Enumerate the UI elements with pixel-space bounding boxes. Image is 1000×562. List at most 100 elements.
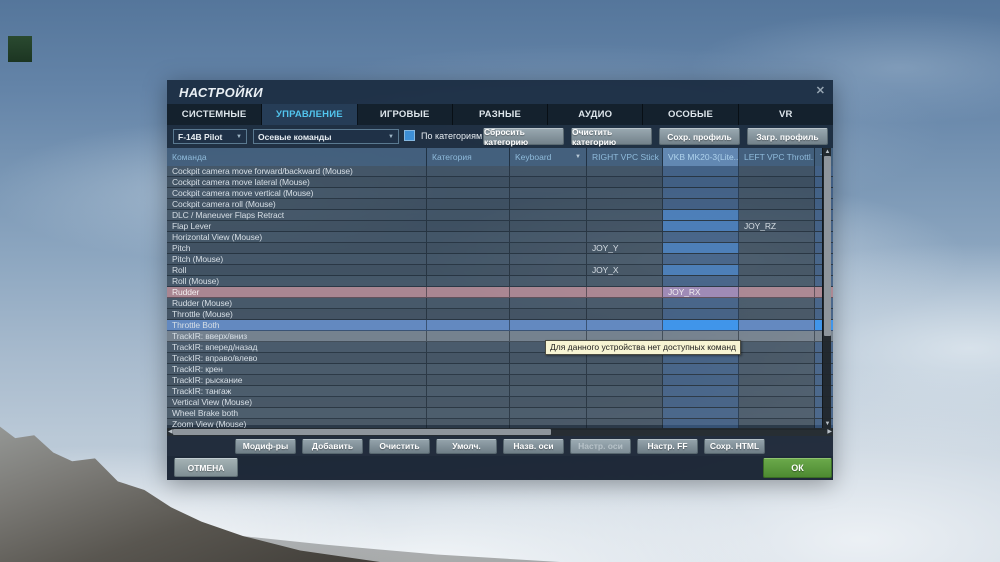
- cell-category[interactable]: [427, 199, 510, 209]
- cell-command[interactable]: Rudder (Mouse): [167, 298, 427, 308]
- cell-category[interactable]: [427, 287, 510, 297]
- action-button-6[interactable]: Настр. FF: [637, 438, 698, 454]
- cell-left_vpc[interactable]: [739, 353, 815, 363]
- cell-category[interactable]: [427, 177, 510, 187]
- cell-right_vpc[interactable]: [587, 166, 663, 176]
- cell-category[interactable]: [427, 320, 510, 330]
- cell-keyboard[interactable]: [510, 386, 587, 396]
- tab-3-разные[interactable]: РАЗНЫЕ: [452, 104, 549, 125]
- cell-left_vpc[interactable]: [739, 298, 815, 308]
- cell-vkb[interactable]: [663, 188, 739, 198]
- cell-keyboard[interactable]: [510, 265, 587, 275]
- cell-right_vpc[interactable]: [587, 287, 663, 297]
- toolbar-button-0[interactable]: Сбросить категорию: [483, 127, 564, 147]
- cell-keyboard[interactable]: [510, 364, 587, 374]
- cell-left_vpc[interactable]: [739, 320, 815, 330]
- table-row[interactable]: TrackIR: тангаж: [167, 386, 833, 397]
- cancel-button[interactable]: ОТМЕНА: [174, 458, 238, 477]
- cell-right_vpc[interactable]: [587, 221, 663, 231]
- cell-vkb[interactable]: [663, 320, 739, 330]
- cell-left_vpc[interactable]: [739, 166, 815, 176]
- horizontal-scrollbar-thumb[interactable]: [173, 429, 551, 435]
- table-row[interactable]: TrackIR: рыскание: [167, 375, 833, 386]
- cell-category[interactable]: [427, 166, 510, 176]
- cell-left_vpc[interactable]: [739, 397, 815, 407]
- cell-left_vpc[interactable]: [739, 276, 815, 286]
- cell-keyboard[interactable]: [510, 375, 587, 385]
- cell-left_vpc[interactable]: [739, 199, 815, 209]
- table-row[interactable]: Throttle (Mouse): [167, 309, 833, 320]
- cell-category[interactable]: [427, 232, 510, 242]
- ok-button[interactable]: ОК: [763, 458, 832, 478]
- scroll-down-icon[interactable]: ▼: [823, 420, 832, 428]
- cell-right_vpc[interactable]: [587, 375, 663, 385]
- table-row[interactable]: Roll (Mouse): [167, 276, 833, 287]
- cell-category[interactable]: [427, 386, 510, 396]
- cell-command[interactable]: DLC / Maneuver Flaps Retract: [167, 210, 427, 220]
- table-row[interactable]: Pitch (Mouse): [167, 254, 833, 265]
- action-button-3[interactable]: Умолч.: [436, 438, 497, 454]
- cell-category[interactable]: [427, 397, 510, 407]
- cell-command[interactable]: Roll (Mouse): [167, 276, 427, 286]
- cell-command[interactable]: Cockpit camera move vertical (Mouse): [167, 188, 427, 198]
- cell-category[interactable]: [427, 309, 510, 319]
- cell-command[interactable]: Pitch (Mouse): [167, 254, 427, 264]
- cell-command[interactable]: TrackIR: вправо/влево: [167, 353, 427, 363]
- cell-left_vpc[interactable]: [739, 331, 815, 341]
- cell-keyboard[interactable]: [510, 276, 587, 286]
- scroll-left-icon[interactable]: ◀: [168, 428, 173, 436]
- cell-vkb[interactable]: [663, 232, 739, 242]
- cell-command[interactable]: TrackIR: рыскание: [167, 375, 427, 385]
- toolbar-button-3[interactable]: Загр. профиль: [747, 128, 828, 145]
- cell-left_vpc[interactable]: JOY_RZ: [739, 221, 815, 231]
- cell-category[interactable]: [427, 276, 510, 286]
- cell-left_vpc[interactable]: [739, 408, 815, 418]
- cell-command[interactable]: Rudder: [167, 287, 427, 297]
- table-row[interactable]: Wheel Brake both: [167, 408, 833, 419]
- cell-command[interactable]: Vertical View (Mouse): [167, 397, 427, 407]
- cell-category[interactable]: [427, 331, 510, 341]
- cell-left_vpc[interactable]: [739, 254, 815, 264]
- cell-command[interactable]: TrackIR: вперед/назад: [167, 342, 427, 352]
- cell-left_vpc[interactable]: [739, 287, 815, 297]
- action-button-7[interactable]: Сохр. HTML: [704, 438, 765, 454]
- cell-left_vpc[interactable]: [739, 386, 815, 396]
- cell-category[interactable]: [427, 408, 510, 418]
- column-header-right_vpc[interactable]: RIGHT VPC Stick ...▼: [587, 148, 663, 166]
- cell-vkb[interactable]: [663, 210, 739, 220]
- tab-2-игровые[interactable]: ИГРОВЫЕ: [357, 104, 453, 125]
- cell-keyboard[interactable]: [510, 199, 587, 209]
- tab-1-управление[interactable]: УПРАВЛЕНИЕ: [262, 104, 358, 125]
- cell-vkb[interactable]: [663, 177, 739, 187]
- cell-vkb[interactable]: [663, 166, 739, 176]
- cell-command[interactable]: Horizontal View (Mouse): [167, 232, 427, 242]
- category-select[interactable]: Осевые команды ▼: [253, 129, 399, 144]
- scroll-up-icon[interactable]: ▲: [823, 148, 832, 156]
- cell-right_vpc[interactable]: JOY_Y: [587, 243, 663, 253]
- cell-command[interactable]: Throttle (Mouse): [167, 309, 427, 319]
- cell-command[interactable]: Cockpit camera move forward/backward (Mo…: [167, 166, 427, 176]
- cell-keyboard[interactable]: [510, 188, 587, 198]
- cell-left_vpc[interactable]: [739, 309, 815, 319]
- table-row[interactable]: TrackIR: крен: [167, 364, 833, 375]
- cell-keyboard[interactable]: [510, 298, 587, 308]
- cell-category[interactable]: [427, 188, 510, 198]
- cell-category[interactable]: [427, 342, 510, 352]
- cell-vkb[interactable]: [663, 386, 739, 396]
- toolbar-button-1[interactable]: Очистить категорию: [571, 127, 652, 147]
- cell-keyboard[interactable]: [510, 166, 587, 176]
- cell-vkb[interactable]: [663, 309, 739, 319]
- cell-category[interactable]: [427, 243, 510, 253]
- cell-category[interactable]: [427, 364, 510, 374]
- table-row[interactable]: Pitch JOY_Y: [167, 243, 833, 254]
- cell-keyboard[interactable]: [510, 210, 587, 220]
- cell-right_vpc[interactable]: [587, 298, 663, 308]
- cell-right_vpc[interactable]: [587, 254, 663, 264]
- cell-keyboard[interactable]: [510, 397, 587, 407]
- tab-6-vr[interactable]: VR: [738, 104, 833, 125]
- table-row[interactable]: Cockpit camera move lateral (Mouse): [167, 177, 833, 188]
- cell-right_vpc[interactable]: [587, 177, 663, 187]
- cell-keyboard[interactable]: [510, 254, 587, 264]
- cell-category[interactable]: [427, 375, 510, 385]
- cell-vkb[interactable]: [663, 397, 739, 407]
